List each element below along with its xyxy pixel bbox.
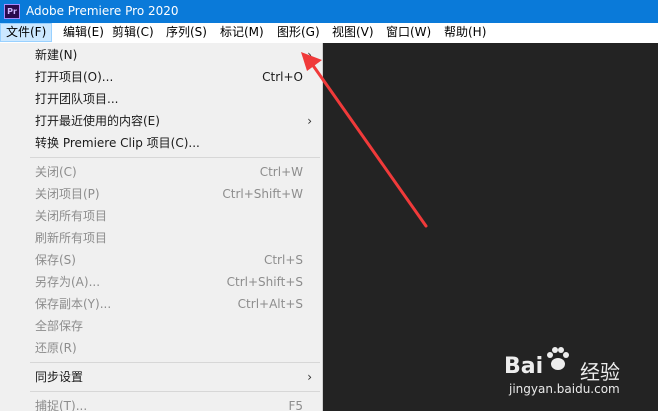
- watermark-logo: Bai: [504, 354, 544, 379]
- file-menu-item-open-project[interactable]: 打开项目(O)... Ctrl+O: [0, 66, 322, 88]
- menu-sequence[interactable]: 序列(S): [161, 23, 212, 42]
- menu-item-shortcut: Ctrl+Shift+S: [226, 275, 303, 289]
- menu-item-label: 另存为(A)...: [35, 275, 101, 289]
- file-menu-item-save-all[interactable]: 全部保存: [0, 315, 322, 337]
- menu-item-label: 关闭(C): [35, 165, 77, 179]
- submenu-arrow-icon: ›: [307, 370, 312, 384]
- file-menu-item-save-as[interactable]: 另存为(A)... Ctrl+Shift+S: [0, 271, 322, 293]
- menu-item-shortcut: Ctrl+O: [262, 70, 303, 84]
- file-menu-item-open-recent[interactable]: 打开最近使用的内容(E) ›: [0, 110, 322, 132]
- submenu-arrow-icon: ›: [307, 48, 312, 62]
- menu-item-shortcut: Ctrl+S: [263, 253, 303, 267]
- menu-item-label: 刷新所有项目: [35, 231, 108, 245]
- menu-clip[interactable]: 剪辑(C): [107, 23, 159, 42]
- file-menu-item-close-all-projects[interactable]: 关闭所有项目: [0, 205, 322, 227]
- file-menu-item-capture[interactable]: 捕捉(T)... F5: [0, 395, 322, 411]
- file-menu-item-sync-settings[interactable]: 同步设置 ›: [0, 366, 322, 388]
- file-menu-item-close[interactable]: 关闭(C) Ctrl+W: [0, 161, 322, 183]
- menu-item-label: 同步设置: [35, 370, 84, 384]
- file-menu-item-refresh-all-projects[interactable]: 刷新所有项目: [0, 227, 322, 249]
- menu-separator: [30, 157, 320, 158]
- menu-item-label: 打开最近使用的内容(E): [35, 114, 160, 128]
- file-menu-item-convert-clip[interactable]: 转换 Premiere Clip 项目(C)...: [0, 132, 322, 154]
- watermark-logo-cn: 经验: [580, 360, 620, 384]
- menu-item-label: 转换 Premiere Clip 项目(C)...: [35, 136, 200, 150]
- file-menu-item-close-project[interactable]: 关闭项目(P) Ctrl+Shift+W: [0, 183, 322, 205]
- premiere-pro-app-icon: Pr: [4, 4, 20, 19]
- menu-graphics[interactable]: 图形(G): [272, 23, 325, 42]
- menu-item-label: 关闭项目(P): [35, 187, 100, 201]
- menu-bar: 文件(F) 编辑(E) 剪辑(C) 序列(S) 标记(M) 图形(G) 视图(V…: [0, 23, 658, 43]
- menu-item-label: 打开项目(O)...: [35, 70, 114, 84]
- menu-item-label: 新建(N): [35, 48, 78, 62]
- menu-marker[interactable]: 标记(M): [215, 23, 269, 42]
- window-title: Adobe Premiere Pro 2020: [26, 4, 179, 18]
- menu-item-shortcut: Ctrl+Alt+S: [237, 297, 303, 311]
- baidu-paw-icon: [547, 347, 569, 370]
- menu-item-shortcut: Ctrl+Shift+W: [222, 187, 303, 201]
- file-menu-item-open-team-project[interactable]: 打开团队项目...: [0, 88, 322, 110]
- menu-separator: [30, 391, 320, 392]
- submenu-arrow-icon: ›: [307, 114, 312, 128]
- menu-item-label: 全部保存: [35, 319, 84, 333]
- file-menu-item-save-copy[interactable]: 保存副本(Y)... Ctrl+Alt+S: [0, 293, 322, 315]
- menu-edit[interactable]: 编辑(E): [58, 23, 109, 42]
- menu-item-shortcut: Ctrl+W: [259, 165, 303, 179]
- menu-view[interactable]: 视图(V): [327, 23, 379, 42]
- menu-item-shortcut: F5: [288, 399, 303, 411]
- menu-file[interactable]: 文件(F): [0, 23, 53, 42]
- menu-item-label: 还原(R): [35, 341, 77, 355]
- window-title-bar: Pr Adobe Premiere Pro 2020: [0, 0, 658, 23]
- menu-item-label: 捕捉(T)...: [35, 399, 88, 411]
- menu-item-label: 保存副本(Y)...: [35, 297, 112, 311]
- watermark-url: jingyan.baidu.com: [509, 382, 620, 396]
- menu-window[interactable]: 窗口(W): [381, 23, 436, 42]
- menu-item-label: 打开团队项目...: [35, 92, 119, 106]
- menu-item-label: 关闭所有项目: [35, 209, 108, 223]
- file-menu-item-new[interactable]: 新建(N) ›: [0, 44, 322, 66]
- menu-separator: [30, 362, 320, 363]
- menu-item-label: 保存(S): [35, 253, 76, 267]
- file-menu-dropdown: 新建(N) › 打开项目(O)... Ctrl+O 打开团队项目... 打开最近…: [0, 43, 323, 411]
- file-menu-item-revert[interactable]: 还原(R): [0, 337, 322, 359]
- menu-help[interactable]: 帮助(H): [439, 23, 491, 42]
- file-menu-item-save[interactable]: 保存(S) Ctrl+S: [0, 249, 322, 271]
